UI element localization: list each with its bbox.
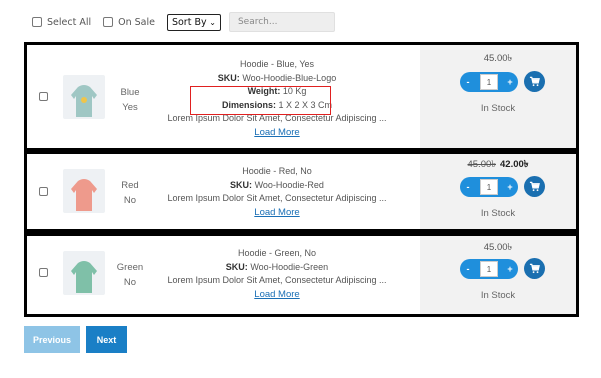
- quantity-input[interactable]: 1: [480, 261, 498, 277]
- product-image[interactable]: [63, 75, 105, 119]
- product-title: Hoodie - Red, No: [242, 166, 312, 176]
- product-attributes: Blue Yes: [111, 85, 149, 115]
- cart-icon: [529, 263, 540, 274]
- add-to-cart-button[interactable]: [524, 71, 545, 92]
- attribute-color: Red: [121, 180, 139, 191]
- row-select-checkbox[interactable]: [39, 187, 48, 196]
- attribute-logo: No: [123, 195, 137, 206]
- quantity-increase-button[interactable]: +: [505, 182, 515, 192]
- pagination: Previous Next: [24, 326, 127, 353]
- quantity-stepper[interactable]: - 1 +: [460, 72, 518, 92]
- product-image[interactable]: [63, 251, 105, 295]
- product-row: Red No Hoodie - Red, No SKU: Woo-Hoodie-…: [27, 154, 576, 229]
- sort-select-value: Sort By: [171, 16, 207, 28]
- hoodie-icon: [71, 261, 97, 293]
- quantity-decrease-button[interactable]: -: [463, 264, 473, 274]
- cart-icon: [529, 181, 540, 192]
- previous-button[interactable]: Previous: [24, 326, 80, 353]
- chevron-down-icon: ⌄: [209, 17, 216, 27]
- on-sale-label: On Sale: [118, 16, 155, 28]
- product-attributes: Green No: [111, 260, 149, 290]
- sort-select[interactable]: Sort By ⌄: [166, 13, 221, 31]
- purchase-panel: 45.00৳ - 1 + In Stock: [420, 236, 576, 314]
- product-sku: SKU: Woo-Hoodie-Blue-Logo: [217, 72, 337, 83]
- product-description: Lorem Ipsum Dolor Sit Amet, Consectetur …: [167, 275, 387, 285]
- attribute-color: Blue: [120, 87, 140, 98]
- attribute-logo: Yes: [122, 102, 138, 113]
- select-all-label: Select All: [47, 16, 92, 28]
- product-title: Hoodie - Green, No: [237, 248, 317, 258]
- product-price: 45.00৳: [483, 242, 513, 253]
- load-more-link[interactable]: Load More: [254, 289, 299, 300]
- product-sku: SKU: Woo-Hoodie-Green: [225, 261, 329, 272]
- on-sale-checkbox[interactable]: [103, 17, 114, 27]
- product-sku: SKU: Woo-Hoodie-Red: [230, 179, 324, 190]
- cart-icon: [529, 76, 540, 87]
- row-select-checkbox[interactable]: [39, 268, 48, 277]
- search-input[interactable]: Search...: [228, 12, 335, 32]
- product-table: Blue Yes Hoodie - Blue, Yes SKU: Woo-Hoo…: [24, 42, 579, 317]
- stock-status: In Stock: [480, 103, 516, 114]
- load-more-link[interactable]: Load More: [254, 207, 299, 218]
- hoodie-icon: [71, 85, 97, 117]
- product-price: 45.00৳: [483, 53, 513, 64]
- highlight-box: [190, 86, 331, 115]
- load-more-link[interactable]: Load More: [254, 127, 299, 138]
- stock-status: In Stock: [480, 208, 516, 219]
- product-details: Hoodie - Green, No SKU: Woo-Hoodie-Green…: [147, 247, 407, 301]
- sale-price: 42.00৳: [500, 159, 529, 170]
- quantity-input[interactable]: 1: [480, 179, 498, 195]
- row-select-checkbox[interactable]: [39, 92, 48, 101]
- quantity-increase-button[interactable]: +: [505, 77, 515, 87]
- select-all-option[interactable]: Select All: [32, 17, 91, 28]
- select-all-checkbox[interactable]: [32, 17, 42, 27]
- product-attributes: Red No: [111, 178, 149, 208]
- next-button[interactable]: Next: [86, 326, 127, 353]
- quantity-stepper[interactable]: - 1 +: [460, 259, 518, 279]
- add-to-cart-button[interactable]: [524, 176, 545, 197]
- product-description: Lorem Ipsum Dolor Sit Amet, Consectetur …: [167, 193, 387, 203]
- regular-price: 45.00৳: [467, 159, 496, 170]
- product-price: 45.00৳ 42.00৳: [420, 158, 576, 173]
- hoodie-icon: [71, 179, 97, 211]
- product-row: Green No Hoodie - Green, No SKU: Woo-Hoo…: [27, 236, 576, 314]
- product-row: Blue Yes Hoodie - Blue, Yes SKU: Woo-Hoo…: [27, 45, 576, 148]
- product-title: Hoodie - Blue, Yes: [239, 59, 315, 69]
- filter-toolbar: Select All On Sale Sort By ⌄ Search...: [32, 12, 335, 32]
- quantity-input[interactable]: 1: [480, 74, 498, 90]
- stock-status: In Stock: [480, 290, 516, 301]
- add-to-cart-button[interactable]: [524, 258, 545, 279]
- purchase-panel: 45.00৳ 42.00৳ - 1 + In Stock: [420, 154, 576, 229]
- quantity-decrease-button[interactable]: -: [463, 77, 473, 87]
- on-sale-option[interactable]: On Sale: [103, 17, 155, 28]
- quantity-increase-button[interactable]: +: [505, 264, 515, 274]
- product-details: Hoodie - Red, No SKU: Woo-Hoodie-Red Lor…: [147, 165, 407, 219]
- search-placeholder: Search...: [237, 17, 278, 27]
- product-image[interactable]: [63, 169, 105, 213]
- quantity-decrease-button[interactable]: -: [463, 182, 473, 192]
- attribute-logo: No: [123, 277, 137, 288]
- attribute-color: Green: [116, 262, 144, 273]
- quantity-stepper[interactable]: - 1 +: [460, 177, 518, 197]
- purchase-panel: 45.00৳ - 1 + In Stock: [420, 45, 576, 148]
